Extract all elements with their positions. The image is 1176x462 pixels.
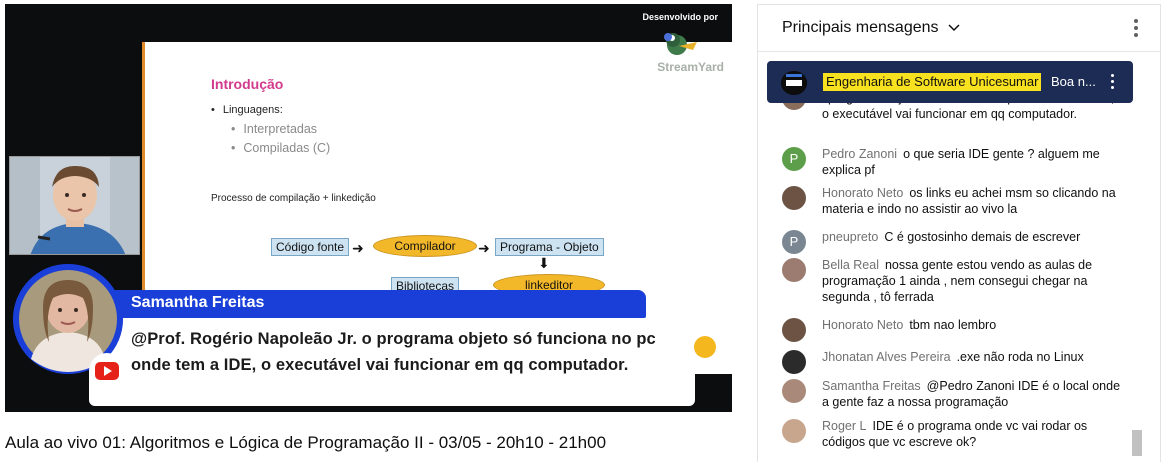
slide-sub-item: Interpretadas	[231, 122, 317, 136]
video-title[interactable]: Aula ao vivo 01: Algoritmos e Lógica de …	[5, 433, 606, 453]
chat-message: Samantha Freitas @Pedro Zanoni IDE é o lo…	[782, 378, 1122, 410]
developed-by-label: Desenvolvido por	[642, 12, 718, 22]
flow-compiler-oval: Compilador	[373, 235, 477, 257]
pinned-menu-icon[interactable]	[1111, 74, 1115, 90]
chat-message: Jhonatan Alves Pereira .exe não roda no L…	[782, 349, 1122, 374]
chat-scrollbar-thumb[interactable]	[1132, 430, 1142, 456]
featured-comment-text: @Prof. Rogério Napoleão Jr. o programa o…	[131, 330, 656, 374]
chat-header: Principais mensagens	[758, 5, 1160, 52]
slide-heading: Introdução	[211, 76, 284, 92]
streamyard-logo-text: StreamYard	[657, 60, 724, 74]
pinned-author-avatar	[781, 71, 807, 95]
chat-menu-icon[interactable]	[1134, 19, 1138, 37]
presenter-emoji-icon	[694, 336, 716, 358]
message-author[interactable]: Roger L	[822, 419, 866, 433]
flow-arrow-icon: ➜	[478, 240, 490, 256]
pinned-author-badge: Engenharia de Software Unicesumar	[823, 73, 1042, 91]
message-text: tbm nao lembro	[909, 318, 997, 332]
user-avatar	[782, 350, 806, 374]
user-avatar	[782, 186, 806, 210]
user-avatar	[782, 258, 806, 282]
chat-message-list[interactable]: programa objeto só funciona no pc onde t…	[758, 53, 1138, 462]
youtube-play-icon	[95, 362, 119, 380]
youtube-badge	[89, 353, 125, 389]
slide-sub-item: Compiladas (C)	[231, 141, 330, 155]
flow-object-box: Programa - Objeto	[495, 238, 604, 256]
chevron-down-icon[interactable]	[948, 21, 960, 33]
flow-source-box: Código fonte	[271, 238, 350, 256]
message-author[interactable]: Bella Real	[822, 258, 879, 272]
user-avatar	[782, 379, 806, 403]
slide-bullet: Linguagens:	[211, 104, 283, 116]
letter-avatar: P	[782, 230, 806, 254]
unicesumar-logo-icon	[781, 71, 807, 95]
flow-down-arrow-icon: ⬇	[538, 255, 550, 271]
message-author[interactable]: Honorato Neto	[822, 186, 903, 200]
pinned-message-text: Boa n...	[1051, 74, 1096, 89]
streamyard-duck-icon	[664, 33, 697, 55]
live-chat-panel: Principais mensagens Engenharia de Softw…	[757, 4, 1161, 462]
message-text: .exe não roda no Linux	[956, 350, 1084, 364]
featured-comment-author: Samantha Freitas	[131, 294, 265, 311]
chat-message: Honorato Neto tbm nao lembro	[782, 317, 1122, 342]
chat-message: P pneupreto C é gostosinho demais de escr…	[782, 229, 1122, 254]
message-text: C é gostosinho demais de escrever	[884, 230, 1081, 244]
pinned-message-banner[interactable]: Engenharia de Software Unicesumar Boa n.…	[767, 61, 1133, 103]
chat-message: Roger L IDE é o programa onde vc vai roda…	[782, 418, 1122, 450]
slide-process-label: Processo de compilação + linkedição	[211, 193, 376, 204]
message-author[interactable]: Pedro Zanoni	[822, 147, 897, 161]
chat-message: Bella Real nossa gente estou vendo as aul…	[782, 257, 1122, 305]
video-player[interactable]: Introdução Linguagens: Interpretadas Com…	[5, 4, 732, 412]
presenter-image	[10, 157, 139, 254]
chat-mode-selector[interactable]: Principais mensagens	[782, 19, 939, 37]
chat-message: Honorato Neto os links eu achei msm so cl…	[782, 185, 1122, 217]
message-author[interactable]: pneupreto	[822, 230, 878, 244]
live-stream-page: Introdução Linguagens: Interpretadas Com…	[0, 0, 1176, 462]
letter-avatar: P	[782, 147, 806, 171]
flow-arrow-icon: ➜	[352, 240, 364, 256]
message-author[interactable]: Honorato Neto	[822, 318, 903, 332]
user-avatar	[782, 318, 806, 342]
message-author[interactable]: Jhonatan Alves Pereira	[822, 350, 951, 364]
user-avatar	[782, 419, 806, 443]
message-author[interactable]: Samantha Freitas	[822, 379, 921, 393]
presenter-webcam	[9, 156, 140, 255]
chat-message: P Pedro Zanoni o que seria IDE gente ? al…	[782, 146, 1122, 178]
featured-comment-header: Samantha Freitas	[109, 290, 646, 318]
